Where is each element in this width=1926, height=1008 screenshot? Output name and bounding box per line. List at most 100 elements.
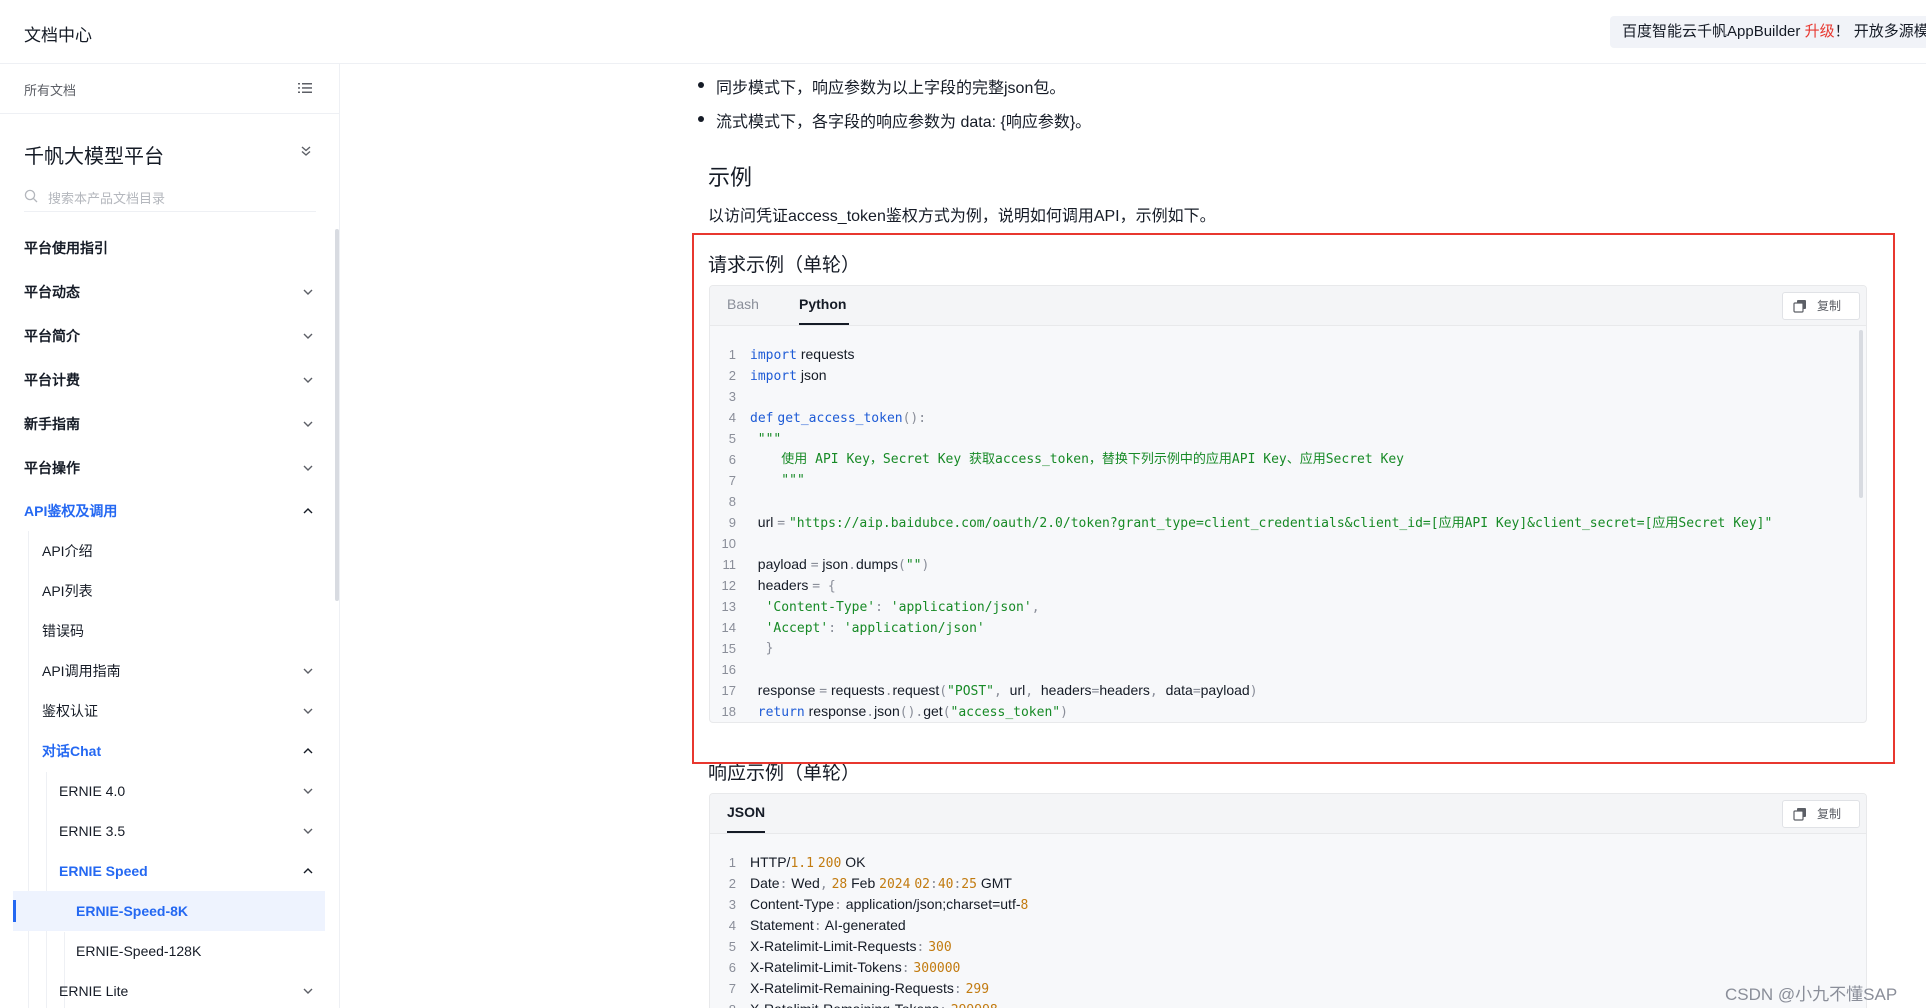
all-docs-label[interactable]: 所有文档 — [24, 80, 76, 99]
sidebar-item-label: API鉴权及调用 — [24, 503, 118, 519]
copy-label: 复制 — [1817, 807, 1842, 821]
promo-banner[interactable]: 百度智能云千帆AppBuilder 升级！ 开放多源模型 — [1610, 16, 1926, 48]
sidebar-item-api介绍[interactable]: API介绍 — [42, 531, 316, 571]
chevron-up-icon[interactable] — [302, 505, 314, 517]
list-menu-icon[interactable] — [298, 82, 312, 94]
sidebar-item-平台使用指引[interactable]: 平台使用指引 — [24, 228, 316, 268]
sidebar-item-label: 平台动态 — [24, 284, 80, 300]
line-number: 6 — [728, 960, 736, 975]
tab-json[interactable]: JSON — [727, 804, 765, 820]
chevron-down-icon[interactable] — [302, 985, 314, 997]
code-text: X-Ratelimit-Remaining-Requests: 299 — [750, 980, 990, 997]
chevron-up-icon[interactable] — [302, 865, 314, 877]
sidebar: 所有文档 千帆大模型平台 搜索本产品文档目录 平台使用指引 平台动态平台简介平台计… — [0, 64, 340, 1008]
chevron-down-icon[interactable] — [302, 286, 314, 298]
watermark: CSDN @小九不懂SAP — [1725, 985, 1898, 1004]
bullet-stream-mode: 流式模式下，各字段的响应参数为 data: {响应参数}。 — [697, 108, 1091, 132]
sidebar-item-label: 平台操作 — [24, 460, 80, 476]
code-text: Statement: AI-generated — [750, 917, 906, 934]
doc-search[interactable]: 搜索本产品文档目录 — [24, 182, 316, 212]
sidebar-item-ernie-3-5[interactable]: ERNIE 3.5 — [59, 811, 316, 851]
chevron-up-icon[interactable] — [302, 745, 314, 757]
sidebar-item-ernie-speed[interactable]: ERNIE Speed — [59, 851, 316, 891]
code-line: 8 X-Ratelimit-Remaining-Tokens: 299998 — [710, 999, 1866, 1008]
sidebar-item-label: 对话Chat — [42, 743, 102, 759]
code-tab-bar: JSON 复制 — [710, 794, 1866, 834]
code-text: Date: Wed, 28 Feb 2024 02:40:25 GMT — [750, 875, 1012, 892]
sidebar-item-鉴权认证[interactable]: 鉴权认证 — [42, 691, 316, 731]
code-line: 4 Statement: AI-generated — [710, 915, 1866, 936]
code-line: 6 X-Ratelimit-Limit-Tokens: 300000 — [710, 957, 1866, 978]
chevron-down-icon[interactable] — [302, 825, 314, 837]
sidebar-item-ernie-speed-128k[interactable]: ERNIE-Speed-128K — [76, 931, 316, 971]
top-header: 文档中心 百度智能云千帆AppBuilder 升级！ 开放多源模型 — [0, 0, 1926, 64]
promo-tail: ！ 开放多源模型 — [1834, 23, 1926, 40]
code-text: HTTP/1.1 200 OK — [750, 854, 866, 871]
example-heading: 示例 — [708, 165, 753, 190]
code-text: X-Ratelimit-Remaining-Tokens: 299998 — [750, 999, 998, 1008]
chevron-down-icon[interactable] — [302, 705, 314, 717]
product-title[interactable]: 千帆大模型平台 — [24, 140, 164, 169]
double-chevron-down-icon[interactable] — [300, 145, 312, 157]
highlight-annotation-box — [692, 233, 1895, 764]
tree-line — [28, 531, 29, 1008]
sidebar-item-label: 鉴权认证 — [42, 703, 98, 719]
chevron-down-icon[interactable] — [302, 330, 314, 342]
sidebar-item-ernie-4-0[interactable]: ERNIE 4.0 — [59, 771, 316, 811]
sidebar-item-api鉴权及调用[interactable]: API鉴权及调用 — [24, 491, 316, 531]
copy-icon — [1793, 808, 1806, 821]
search-input[interactable]: 搜索本产品文档目录 — [48, 188, 165, 207]
code-line: 1 HTTP/1.1 200 OK — [710, 852, 1866, 873]
sidebar-item-label: ERNIE Lite — [59, 983, 129, 999]
all-docs-bar[interactable]: 所有文档 — [0, 64, 339, 114]
search-icon — [24, 189, 38, 203]
sidebar-item-label: ERNIE-Speed-8K — [76, 903, 189, 919]
doc-center-title[interactable]: 文档中心 — [24, 21, 92, 46]
code-line: 7 X-Ratelimit-Remaining-Requests: 299 — [710, 978, 1866, 999]
line-number: 5 — [728, 939, 736, 954]
sidebar-item-label: 平台简介 — [24, 328, 80, 344]
chevron-down-icon[interactable] — [302, 462, 314, 474]
chevron-down-icon[interactable] — [302, 785, 314, 797]
sidebar-item-label: API列表 — [42, 583, 93, 599]
sidebar-item-平台动态[interactable]: 平台动态 — [24, 272, 316, 312]
sidebar-item-label: 错误码 — [42, 623, 84, 639]
sidebar-item-错误码[interactable]: 错误码 — [42, 611, 316, 651]
sidebar-item-平台计费[interactable]: 平台计费 — [24, 360, 316, 400]
bullet-sync-mode: 同步模式下，响应参数为以上字段的完整json包。 — [697, 74, 1065, 98]
sidebar-item-对话chat[interactable]: 对话Chat — [42, 731, 316, 771]
sidebar-item-label: ERNIE 3.5 — [59, 823, 126, 839]
sidebar-item-平台操作[interactable]: 平台操作 — [24, 448, 316, 488]
sidebar-scrollbar[interactable] — [335, 229, 339, 601]
line-number: 3 — [728, 897, 736, 912]
code-text: X-Ratelimit-Limit-Tokens: 300000 — [750, 959, 961, 976]
code-line: 3 Content-Type: application/json;charset=… — [710, 894, 1866, 915]
sidebar-item-ernie-speed-8k[interactable]: ERNIE-Speed-8K — [76, 891, 316, 931]
promo-text: 百度智能云千帆AppBuilder — [1622, 23, 1805, 40]
sidebar-item-api调用指南[interactable]: API调用指南 — [42, 651, 316, 691]
code-text: Content-Type: application/json;charset=u… — [750, 896, 1029, 913]
sidebar-item-ernie-lite[interactable]: ERNIE Lite — [59, 971, 316, 1008]
copy-button[interactable]: 复制 — [1782, 800, 1860, 828]
sidebar-item-label: API介绍 — [42, 543, 93, 559]
active-tab-indicator — [727, 831, 765, 833]
sidebar-item-label: ERNIE Speed — [59, 863, 148, 879]
sidebar-item-新手指南[interactable]: 新手指南 — [24, 404, 316, 444]
sidebar-item-label: 平台使用指引 — [24, 240, 108, 256]
selected-indicator — [13, 900, 16, 922]
chevron-down-icon[interactable] — [302, 374, 314, 386]
sidebar-item-api列表[interactable]: API列表 — [42, 571, 316, 611]
line-number: 4 — [728, 918, 736, 933]
chevron-down-icon[interactable] — [302, 418, 314, 430]
sidebar-item-label: 新手指南 — [24, 416, 80, 432]
promo-highlight[interactable]: 升级 — [1805, 23, 1835, 40]
line-number: 8 — [710, 999, 736, 1008]
response-code-block: JSON 复制 1 HTTP/1.1 200 OK 2 Date: Wed, 28 F… — [709, 793, 1867, 1008]
line-number: 7 — [728, 981, 736, 996]
sidebar-item-label: ERNIE 4.0 — [59, 783, 126, 799]
line-number: 2 — [728, 876, 736, 891]
example-description: 以访问凭证access_token鉴权方式为例，说明如何调用API，示例如下。 — [708, 208, 1216, 225]
tree-line — [46, 772, 47, 1008]
sidebar-item-平台简介[interactable]: 平台简介 — [24, 316, 316, 356]
chevron-down-icon[interactable] — [302, 665, 314, 677]
